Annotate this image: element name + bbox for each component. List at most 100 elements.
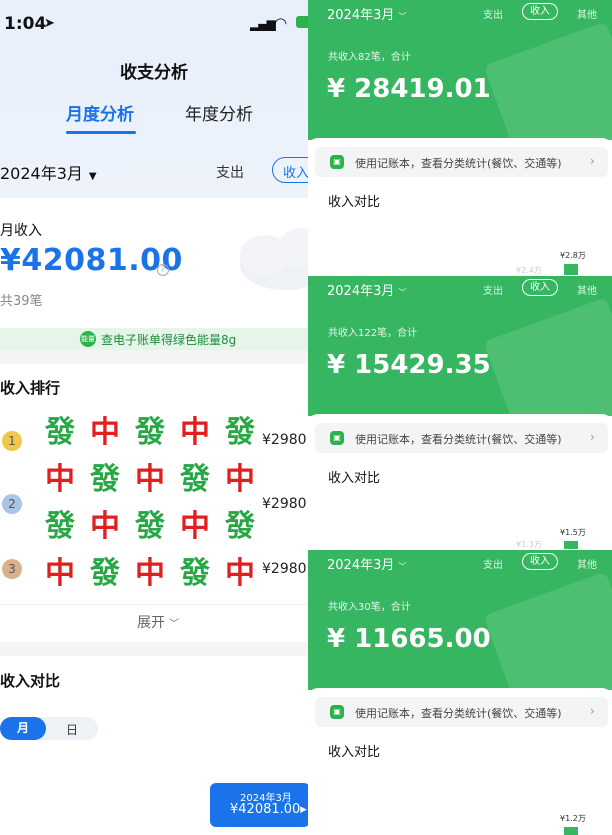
income-bar: [564, 541, 578, 549]
cloud-illustration: [240, 228, 308, 290]
chevron-right-icon: ›: [590, 154, 595, 168]
income-summary-text: 共收入122笔，合计: [328, 328, 418, 339]
battery-icon: [296, 16, 308, 28]
comparison-title: 收入对比: [328, 195, 381, 210]
income-total-amount: ¥ 11665.00: [327, 624, 491, 654]
mahjong-tile-overlay: 發中發中發中發中發中發中發中發中發中發中: [30, 398, 260, 603]
mahjong-fa-tile: 發: [225, 509, 255, 544]
signal-icon: ▂▄▆: [250, 17, 276, 31]
segment-day[interactable]: 日: [66, 721, 78, 738]
mahjong-zhong-tile: 中: [45, 462, 75, 497]
previous-bar-label: ¥1.3万: [516, 540, 542, 549]
bar-value-label: ¥1.2万: [560, 814, 586, 823]
mahjong-fa-tile: 發: [135, 509, 165, 544]
mahjong-fa-tile: 發: [45, 415, 75, 450]
mahjong-fa-tile: 發: [180, 462, 210, 497]
mahjong-zhong-tile: 中: [225, 556, 255, 591]
expense-filter-tab[interactable]: 支出: [483, 6, 503, 21]
mahjong-zhong-tile: 中: [45, 556, 75, 591]
bar-value-label: ¥2.8万: [560, 251, 586, 260]
tab-monthly-analysis[interactable]: 月度分析: [66, 100, 134, 125]
rank-badge-2: 2: [2, 494, 22, 514]
energy-badge-icon: 能量: [80, 331, 96, 347]
divider: [0, 604, 308, 605]
mahjong-zhong-tile: 中: [225, 462, 255, 497]
rank-badge-1: 1: [2, 431, 22, 451]
ranking-title: 收入排行: [0, 379, 61, 397]
comparison-title: 收入对比: [328, 471, 381, 486]
mahjong-fa-tile: 發: [225, 415, 255, 450]
left-screenshot: 1:04 ➤ ▂▄▆ ◠ 收支分析 月度分析 年度分析 2024年3月 ▼ 支出 …: [0, 0, 308, 835]
transaction-count: 共39笔: [0, 294, 43, 309]
chevron-down-icon: ﹀: [398, 562, 407, 571]
income-bar: [564, 264, 578, 275]
other-filter-tab[interactable]: 其他: [577, 6, 597, 21]
comparison-title: 收入对比: [328, 745, 381, 760]
mahjong-zhong-tile: 中: [90, 415, 120, 450]
ledger-icon: ▣: [330, 705, 344, 719]
month-selector[interactable]: 2024年3月 ﹀: [327, 280, 406, 299]
income-filter-tab[interactable]: 收入: [522, 553, 558, 570]
expense-filter-tab[interactable]: 支出: [216, 162, 244, 182]
income-bar: [564, 827, 578, 835]
rank-amount-3[interactable]: ¥2980.: [262, 561, 308, 577]
total-income-amount: ¥42081.00: [0, 243, 183, 278]
previous-bar-label: ¥2.4万: [516, 266, 542, 275]
month-label: 2024年3月: [327, 284, 395, 299]
bar-value-label: ¥1.5万: [560, 528, 586, 537]
chevron-down-icon: ﹀: [398, 12, 407, 21]
mahjong-fa-tile: 發: [135, 415, 165, 450]
income-total-amount: ¥ 15429.35: [327, 350, 491, 380]
mahjong-fa-tile: 發: [90, 462, 120, 497]
comparison-title: 收入对比: [0, 672, 61, 690]
month-selector[interactable]: 2024年3月 ﹀: [327, 4, 406, 23]
other-filter-tab[interactable]: 其他: [577, 556, 597, 571]
mahjong-fa-tile: 發: [180, 556, 210, 591]
rank-amount-1[interactable]: ¥2980.: [262, 432, 308, 448]
location-arrow-icon: ➤: [44, 16, 55, 31]
other-filter-tab[interactable]: 其他: [577, 282, 597, 297]
help-icon[interactable]: ?: [157, 264, 169, 276]
chevron-down-icon: ﹀: [398, 288, 407, 297]
month-selector[interactable]: 2024年3月 ﹀: [327, 554, 406, 573]
banner-text: 查电子账单得绿色能量8g: [101, 333, 237, 347]
expand-label: 展开: [137, 615, 165, 631]
status-time: 1:04: [4, 14, 47, 34]
month-selector[interactable]: 2024年3月 ▼: [0, 160, 97, 184]
expense-filter-tab[interactable]: 支出: [483, 556, 503, 571]
mahjong-zhong-tile: 中: [135, 462, 165, 497]
expense-filter-tab[interactable]: 支出: [483, 282, 503, 297]
chevron-right-icon: ›: [590, 430, 595, 444]
ledger-icon: ▣: [330, 431, 344, 445]
rank-badge-3: 3: [2, 559, 22, 579]
income-total-amount: ¥ 28419.01: [327, 74, 491, 104]
segment-month[interactable]: 月: [0, 717, 46, 740]
income-filter-tab[interactable]: 收入: [522, 279, 558, 296]
mahjong-fa-tile: 發: [45, 509, 75, 544]
income-summary-text: 共收入30笔，合计: [328, 602, 411, 613]
mahjong-fa-tile: 發: [90, 556, 120, 591]
ledger-tip-text: 使用记账本，查看分类统计(餐饮、交通等): [355, 707, 562, 720]
month-label: 2024年3月: [327, 8, 395, 23]
caret-down-icon: ▼: [88, 171, 97, 182]
ledger-icon: ▣: [330, 155, 344, 169]
tooltip-amount: ¥42081.00▸: [230, 802, 307, 817]
month-income-label: 月收入: [0, 223, 42, 239]
mahjong-zhong-tile: 中: [135, 556, 165, 591]
income-filter-tab[interactable]: 收入: [272, 157, 308, 183]
income-filter-tab[interactable]: 收入: [522, 3, 558, 20]
rank-amount-2[interactable]: ¥2980.: [262, 496, 308, 512]
mahjong-zhong-tile: 中: [90, 509, 120, 544]
tab-yearly-analysis[interactable]: 年度分析: [185, 100, 253, 125]
income-summary-text: 共收入82笔，合计: [328, 52, 411, 63]
ledger-tip-text: 使用记账本，查看分类统计(餐饮、交通等): [355, 433, 562, 446]
chevron-down-icon: ﹀: [169, 619, 179, 630]
month-selector-label: 2024年3月: [0, 164, 83, 183]
expand-button[interactable]: 展开 ﹀: [137, 612, 179, 632]
chevron-right-icon: ›: [590, 704, 595, 718]
active-tab-indicator: [66, 131, 136, 134]
ledger-tip-text: 使用记账本，查看分类统计(餐饮、交通等): [355, 157, 562, 170]
month-label: 2024年3月: [327, 558, 395, 573]
mahjong-zhong-tile: 中: [180, 415, 210, 450]
page-title: 收支分析: [120, 63, 188, 83]
